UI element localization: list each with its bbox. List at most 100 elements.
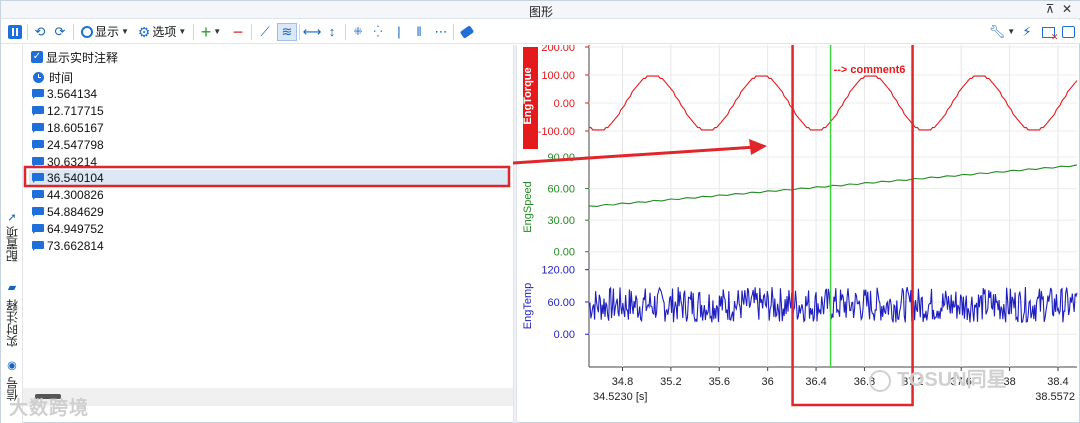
- cursor-double-button[interactable]: ‖: [411, 23, 427, 41]
- series-line-engtemp[interactable]: [588, 286, 1078, 323]
- comment-list: 3.564134 12.717715 18.605167 24.547798 30.63…: [29, 86, 509, 254]
- comment-time: 12.717715: [47, 104, 104, 119]
- shrink-x-button[interactable]: ⁜: [349, 23, 367, 41]
- pause-button[interactable]: [7, 23, 23, 41]
- list-item[interactable]: 44.300826: [29, 187, 509, 204]
- display-icon: [81, 26, 94, 38]
- x-tick-label: 36.4: [805, 376, 826, 388]
- chevron-down-icon: ▼: [178, 27, 187, 36]
- chevron-down-icon: ▼: [213, 27, 222, 36]
- fit-y-icon: ↕: [328, 24, 336, 39]
- comment-time: 64.949752: [47, 221, 104, 236]
- lightning-icon: ⚡︎: [1022, 24, 1032, 39]
- expand-x-button[interactable]: ⁛: [369, 23, 387, 41]
- cursor-single-icon: |: [397, 24, 401, 39]
- x-range-start-label: 34.5230 [s]: [593, 391, 647, 403]
- comment-icon: [31, 240, 46, 252]
- trigger-button[interactable]: ⚡︎: [1019, 23, 1035, 41]
- fit-x-button[interactable]: ⟷: [303, 23, 322, 41]
- y-tick-label: 100.00: [541, 70, 575, 82]
- comment-time: 18.605167: [47, 120, 104, 135]
- x-tick-label: 38.4: [1047, 376, 1068, 388]
- side-tab-strip: 配置项 ➘ 实时注释 ▰ 信号 ◉: [1, 45, 23, 423]
- tab-realtime-comments[interactable]: 实时注释 ▰: [2, 277, 22, 353]
- cursor-single-button[interactable]: |: [391, 23, 407, 41]
- highlight-box-chart: [791, 45, 914, 407]
- realtime-comment-panel: ✓ 显示实时注释 时间 3.564134 12.717715 18.605167 24…: [23, 45, 513, 406]
- title-bar: 图形 ⊼ ✕: [1, 1, 1080, 19]
- list-item[interactable]: 64.949752: [29, 220, 509, 237]
- clear-window-button[interactable]: ✕: [1039, 23, 1059, 41]
- chevron-down-icon: ▼: [1007, 27, 1016, 36]
- time-column-header[interactable]: 时间: [33, 69, 73, 85]
- list-item[interactable]: 12.717715: [29, 103, 509, 120]
- time-header-label: 时间: [49, 70, 74, 85]
- comment-icon: [31, 105, 46, 117]
- close-button[interactable]: ✕: [1060, 2, 1074, 16]
- y-tick-label: 0.00: [554, 98, 575, 110]
- remove-signal-button[interactable]: −: [229, 23, 247, 41]
- series-line-engspeed[interactable]: [588, 164, 1078, 207]
- tools-menu-button[interactable]: 🔧︎ ▼: [987, 23, 1017, 41]
- series-name-label[interactable]: EngTemp: [522, 283, 534, 329]
- area-chart-icon: ≋: [281, 24, 293, 39]
- expand-x-icon: ⁛: [373, 26, 383, 38]
- y-tick-label: 0.00: [554, 329, 575, 341]
- comment-icon: [31, 88, 46, 100]
- area-chart-button[interactable]: ≋: [277, 23, 297, 41]
- annotation-comment: --> comment6: [834, 64, 906, 76]
- series-name-label[interactable]: EngSpeed: [522, 181, 534, 232]
- show-realtime-comments-checkbox[interactable]: ✓ 显示实时注释: [31, 49, 118, 65]
- more-icon: ⋯: [434, 24, 448, 39]
- comment-icon: [31, 206, 46, 218]
- y-tick-label: 60.00: [547, 184, 575, 196]
- toolbar: ⟲ ⟳ 显示 ▼ ⚙ 选项 ▼ +▼ − ⟋ ≋ ⟷ ↕ ⁜ ⁛ | ‖ ⋯: [1, 20, 1080, 44]
- y-tick-label: 60.00: [547, 297, 575, 309]
- options-gear-icon: ⚙: [137, 24, 151, 40]
- watermark-right-text: TOSUN同星: [897, 369, 1007, 391]
- display-menu-button[interactable]: 显示 ▼: [79, 23, 131, 41]
- options-menu-button[interactable]: ⚙ 选项 ▼: [135, 23, 189, 41]
- add-icon: +: [200, 22, 212, 42]
- y-tick-label: 200.00: [541, 45, 575, 54]
- comment-time: 30.63214: [47, 154, 98, 169]
- eraser-button[interactable]: [457, 23, 477, 41]
- add-signal-button[interactable]: + ▼: [197, 23, 225, 41]
- export-icon: [1061, 26, 1075, 38]
- list-item[interactable]: 30.63214: [29, 153, 509, 170]
- eraser-icon: [459, 25, 475, 39]
- shrink-x-icon: ⁜: [353, 26, 363, 38]
- comment-icon: [31, 223, 46, 235]
- fit-y-button[interactable]: ↕: [323, 23, 341, 41]
- options-label: 选项: [152, 25, 177, 39]
- redo-icon: ⟳: [54, 24, 66, 39]
- tab-config[interactable]: 配置项 ➘: [2, 209, 22, 265]
- list-item[interactable]: 3.564134: [29, 86, 509, 103]
- comment-icon: [31, 156, 46, 168]
- undo-icon: ⟲: [34, 24, 46, 39]
- undo-button[interactable]: ⟲: [31, 23, 49, 41]
- horizontal-scrollbar[interactable]: [23, 388, 513, 406]
- list-item[interactable]: 36.540104: [29, 169, 509, 187]
- comment-icon: ▰: [6, 282, 19, 296]
- list-item[interactable]: 54.884629: [29, 204, 509, 221]
- line-chart-icon: ⟋: [260, 24, 270, 39]
- display-label: 显示: [95, 25, 120, 39]
- more-button[interactable]: ⋯: [431, 23, 451, 41]
- pin-button[interactable]: ⊼: [1043, 2, 1057, 16]
- export-button[interactable]: [1059, 23, 1077, 41]
- comment-time: 36.540104: [47, 171, 104, 186]
- list-item[interactable]: 24.547798: [29, 136, 509, 153]
- list-item[interactable]: 18.605167: [29, 120, 509, 137]
- chevron-down-icon: ▼: [121, 27, 129, 36]
- show-realtime-comments-label: 显示实时注释: [46, 50, 119, 65]
- series-name-label[interactable]: EngTorque: [522, 67, 534, 124]
- comment-time: 24.547798: [47, 137, 104, 152]
- wrench-icon: 🔧︎: [988, 24, 1006, 39]
- tab-realtime-comments-label: 实时注释: [5, 299, 20, 348]
- redo-button[interactable]: ⟳: [51, 23, 69, 41]
- signal-chart[interactable]: 34.8 35.2 35.6 36 36.4 36.8 37.2 37.6 38 38.434.5…: [517, 45, 1079, 407]
- tab-config-label: 配置项: [5, 225, 20, 262]
- list-item[interactable]: 73.662814: [29, 237, 509, 254]
- line-chart-button[interactable]: ⟋: [255, 23, 275, 41]
